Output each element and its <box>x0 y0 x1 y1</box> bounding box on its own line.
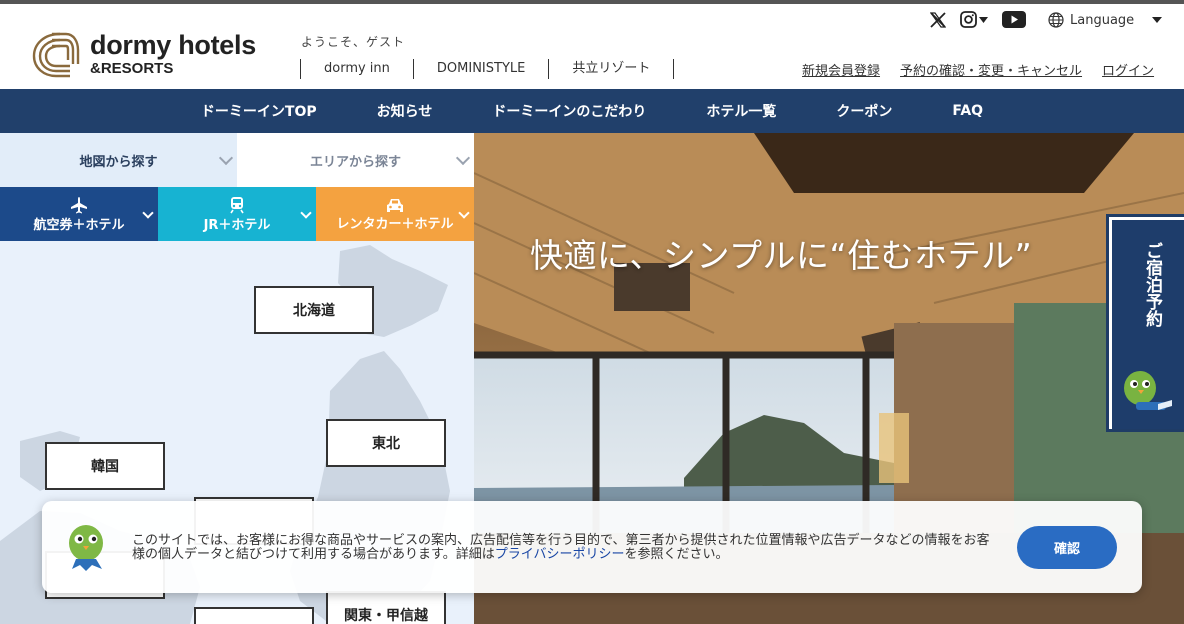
plan-rentacar-hotel-label: レンタカー＋ホテル <box>336 216 454 232</box>
cookie-message: このサイトでは、お客様にお得な商品やサービスの案内、広告配信等を行う目的で、第三… <box>132 534 992 562</box>
mascot-icon <box>1124 371 1172 410</box>
reservation-side-tab[interactable]: ご宿泊予約 <box>1106 214 1184 432</box>
top-border <box>0 0 1184 4</box>
region-korea-label: 韓国 <box>91 459 119 475</box>
globe-icon <box>1048 12 1064 28</box>
plan-tabs: 航空券＋ホテル JR＋ホテル レンタカー＋ホテル <box>0 187 474 241</box>
youtube-icon[interactable] <box>1002 11 1026 28</box>
brand-links: dormy inn DOMINISTYLE 共立リゾート <box>300 58 675 80</box>
tab-map-search-label: 地図から探す <box>79 154 158 170</box>
social-links <box>930 11 1026 28</box>
language-selector[interactable]: Language <box>1048 12 1163 28</box>
nav-item-hotels[interactable]: ホテル一覧 <box>676 101 806 121</box>
tab-area-search-label: エリアから探す <box>309 154 401 170</box>
register-link[interactable]: 新規会員登録 <box>802 60 880 79</box>
car-icon <box>387 198 403 212</box>
site-logo[interactable]: dormy hotels &RESORTS <box>30 30 280 82</box>
caret-down-icon <box>1152 17 1163 23</box>
instagram-icon <box>960 11 977 28</box>
plan-rentacar-hotel-button[interactable]: レンタカー＋ホテル <box>316 187 474 241</box>
chevron-down-icon <box>218 150 234 166</box>
reservation-manage-link[interactable]: 予約の確認・変更・キャンセル <box>900 60 1082 79</box>
plan-jr-hotel-button[interactable]: JR＋ホテル <box>158 187 316 241</box>
region-hokkaido-button[interactable]: 北海道 <box>254 286 374 334</box>
region-hidden-button[interactable] <box>194 607 314 624</box>
instagram-menu[interactable] <box>960 11 988 28</box>
main-nav: ドーミーインTOP お知らせ ドーミーインのこだわり ホテル一覧 クーポン FA… <box>0 89 1184 133</box>
cookie-confirm-button[interactable]: 確認 <box>1017 526 1117 569</box>
privacy-policy-link[interactable]: プライバシーポリシー <box>495 547 625 562</box>
region-hokkaido-label: 北海道 <box>293 303 335 319</box>
account-links: 新規会員登録 予約の確認・変更・キャンセル ログイン <box>802 60 1154 79</box>
train-icon <box>230 196 244 213</box>
login-link[interactable]: ログイン <box>1102 60 1154 79</box>
nav-item-coupon[interactable]: クーポン <box>806 101 922 121</box>
chevron-down-icon <box>300 207 312 219</box>
region-kanto-koshinetsu-button[interactable]: 関東・甲信越 <box>326 591 446 624</box>
mascot-icon <box>69 525 103 571</box>
reservation-side-tab-label: ご宿泊予約 <box>1142 242 1162 327</box>
plan-air-hotel-button[interactable]: 航空券＋ホテル <box>0 187 158 241</box>
plan-air-hotel-label: 航空券＋ホテル <box>33 217 125 233</box>
plan-jr-hotel-label: JR＋ホテル <box>203 217 271 233</box>
tab-map-search[interactable]: 地図から探す <box>0 133 237 187</box>
airplane-icon <box>71 196 87 213</box>
language-label: Language <box>1070 12 1135 28</box>
chevron-down-icon <box>458 207 470 219</box>
nav-item-news[interactable]: お知らせ <box>347 101 463 121</box>
chevron-down-icon <box>979 16 988 23</box>
logo-text-primary: dormy hotels <box>90 30 256 60</box>
reservation-side-tab-inner: ご宿泊予約 <box>1112 220 1184 429</box>
brand-link-dormy-inn[interactable]: dormy inn <box>300 59 413 79</box>
brand-link-doministyle[interactable]: DOMINISTYLE <box>412 59 548 79</box>
brand-link-kyoritsu-resort[interactable]: 共立リゾート <box>548 59 675 79</box>
cookie-message-tail: を参照ください。 <box>624 547 729 562</box>
welcome-message: ようこそ、ゲスト <box>301 35 406 49</box>
chevron-down-icon <box>142 207 154 219</box>
logo-text-secondary: &RESORTS <box>90 60 174 77</box>
region-kanto-koshinetsu-label: 関東・甲信越 <box>344 608 428 624</box>
logo-mark-icon <box>32 32 80 78</box>
nav-item-commitment[interactable]: ドーミーインのこだわり <box>462 101 676 121</box>
tab-area-search[interactable]: エリアから探す <box>237 133 474 187</box>
region-korea-button[interactable]: 韓国 <box>45 442 165 490</box>
hero-title: 快適に、シンプルに“住むホテル” <box>530 236 1033 275</box>
nav-item-faq[interactable]: FAQ <box>922 103 1013 119</box>
region-tohoku-button[interactable]: 東北 <box>326 419 446 467</box>
chevron-down-icon <box>455 150 471 166</box>
x-icon[interactable] <box>930 11 946 28</box>
search-tabs: 地図から探す エリアから探す <box>0 133 474 187</box>
region-tohoku-label: 東北 <box>372 436 400 452</box>
cookie-consent-banner: このサイトでは、お客様にお得な商品やサービスの案内、広告配信等を行う目的で、第三… <box>42 501 1142 593</box>
nav-item-top[interactable]: ドーミーインTOP <box>171 101 347 121</box>
